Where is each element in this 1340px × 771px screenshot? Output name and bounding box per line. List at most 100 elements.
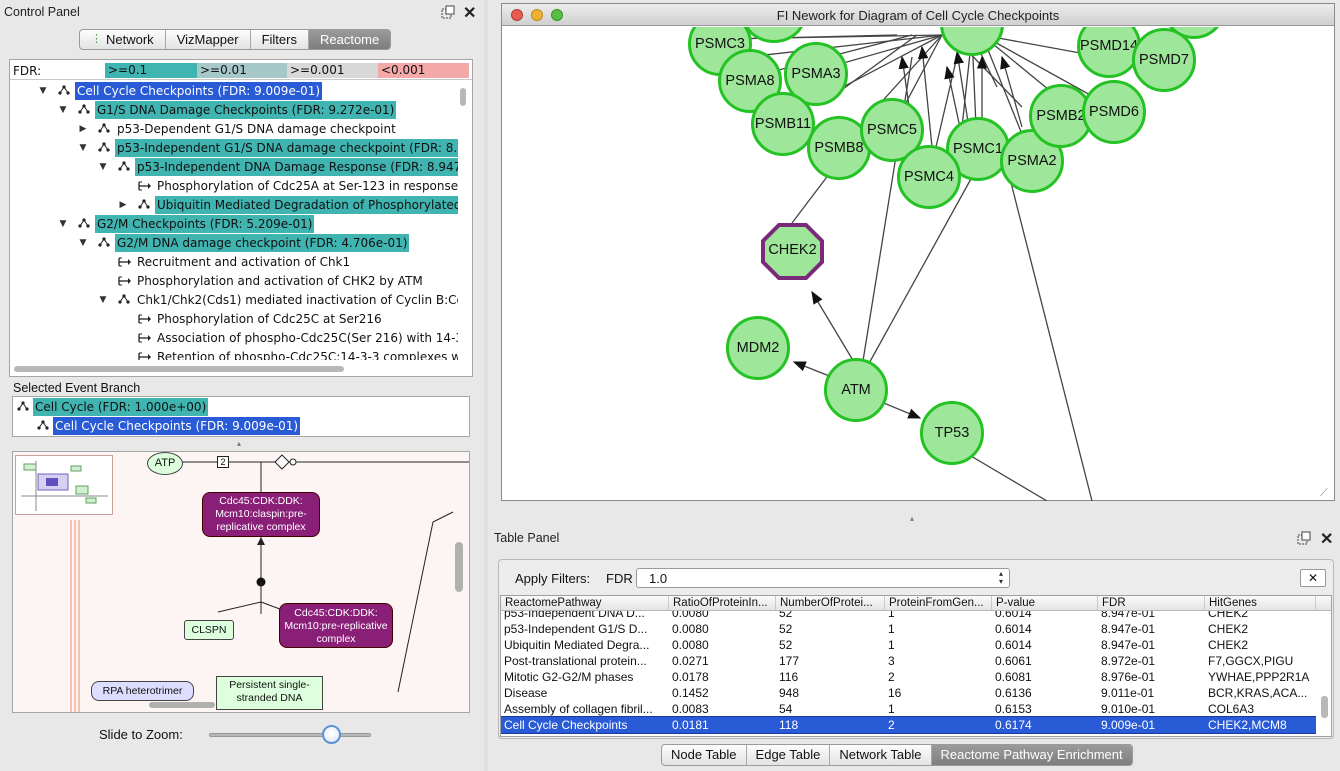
table-cell: 116 — [779, 670, 799, 684]
table-row[interactable]: p53-Independent DNA D... 0.0080 52 1 0.6014 8… — [501, 611, 1316, 621]
pathway-icon — [97, 141, 111, 155]
table-row[interactable]: Disease 0.1452 948 16 0.6136 9.011e-01 BCR,KRA… — [501, 685, 1316, 701]
table-row[interactable]: Ubiquitin Mediated Degra... 0.0080 52 1 0.60… — [501, 637, 1316, 653]
selected-branch-title: Selected Event Branch — [13, 381, 141, 395]
tab-reactome[interactable]: Reactome — [308, 30, 391, 49]
table-cell: YWHAE,PPP2R1A — [1208, 670, 1310, 684]
close-panel-icon[interactable]: ✕ — [463, 3, 476, 23]
table-cell: 8.947e-01 — [1101, 638, 1156, 652]
complex-node[interactable]: Cdc45:CDK:DDK: Mcm10:claspin:pre-replica… — [202, 492, 320, 537]
network-node[interactable]: ATM — [824, 358, 888, 422]
collapsed-triangle-icon[interactable]: ▶ — [118, 200, 128, 210]
tab-reactome-enrichment[interactable]: Reactome Pathway Enrichment — [931, 745, 1132, 765]
panel-divider[interactable] — [484, 0, 488, 771]
column-header[interactable]: NumberOfProtei... — [776, 596, 885, 610]
network-canvas[interactable]: PSMC3 PSMA8 PSMA3 PSMB11 PSMB8 PSMC5 PSM… — [502, 27, 1334, 501]
table-cell: 9.009e-01 — [1101, 718, 1156, 732]
complex-node[interactable]: RPA heterotrimer — [91, 681, 194, 701]
network-node[interactable]: TP53 — [920, 401, 984, 465]
column-header[interactable]: ReactomePathway — [501, 596, 669, 610]
selected-branch-list: Cell Cycle (FDR: 1.000e+00) Cell Cycle C… — [12, 396, 470, 437]
table-cell: 0.6081 — [995, 670, 1032, 684]
table-row[interactable]: Post-translational protein... 0.0271 177 3 0… — [501, 653, 1316, 669]
expanded-triangle-icon[interactable]: ▼ — [38, 86, 48, 96]
atp-node[interactable]: ATP — [147, 452, 183, 475]
tab-edge-table[interactable]: Edge Table — [747, 745, 831, 765]
expanded-triangle-icon[interactable]: ▼ — [98, 295, 108, 305]
reaction-icon — [117, 255, 131, 269]
expanded-triangle-icon[interactable]: ▼ — [98, 162, 108, 172]
diagram-overview-thumbnail[interactable] — [15, 455, 113, 515]
complex-node[interactable]: Cdc45:CDK:DDK: Mcm10:pre-replicative com… — [279, 603, 393, 648]
table-row[interactable]: p53-Independent G1/S D... 0.0080 52 1 0.6014… — [501, 621, 1316, 637]
table-cell: p53-Independent DNA D... — [504, 611, 645, 620]
tab-network[interactable]: ⋮ Network — [80, 30, 166, 49]
tree-node-label: Phosphorylation of Cdc25A at Ser-123 in … — [157, 179, 458, 193]
tree-node-label: Recruitment and activation of Chk1 — [137, 255, 351, 269]
splitter-handle[interactable]: ▴ — [237, 439, 241, 448]
expanded-triangle-icon[interactable]: ▼ — [78, 143, 88, 153]
expanded-triangle-icon[interactable]: ▼ — [78, 238, 88, 248]
table-panel-title: Table Panel — [494, 531, 560, 545]
protein-node[interactable]: CLSPN — [184, 620, 234, 640]
network-node[interactable]: MDM2 — [726, 316, 790, 380]
filter-field-label: FDR — [606, 571, 633, 586]
table-row[interactable]: Assembly of collagen fibril... 0.0083 54 1 0… — [501, 701, 1316, 717]
network-node[interactable]: PSMD6 — [1082, 80, 1146, 144]
tree-node-label: p53-Independent G1/S DNA damage checkpoi… — [115, 139, 458, 157]
collapsed-triangle-icon[interactable]: ▶ — [78, 124, 88, 134]
table-vertical-scrollbar[interactable] — [1321, 696, 1328, 718]
table-header: ReactomePathway RatioOfProteinIn... Number… — [501, 596, 1331, 611]
table-cell: 1 — [888, 638, 895, 652]
tree-horizontal-scrollbar[interactable] — [14, 366, 344, 372]
network-node[interactable]: PSMB11 — [751, 92, 815, 156]
tab-network-table[interactable]: Network Table — [830, 745, 932, 765]
select-arrows-icon: ▴ ▾ — [998, 569, 1003, 586]
table-cell: 52 — [779, 622, 793, 636]
float-panel-icon[interactable] — [1297, 531, 1311, 545]
column-header[interactable]: P-value — [992, 596, 1098, 610]
table-cell: 8.972e-01 — [1101, 654, 1156, 668]
column-header[interactable]: RatioOfProteinIn... — [669, 596, 776, 610]
table-row[interactable]: Mitotic G2-G2/M phases 0.0178 116 2 0.6081 8.… — [501, 669, 1316, 685]
tree-vertical-scrollbar[interactable] — [460, 88, 466, 106]
network-edges — [721, 34, 1113, 501]
close-panel-icon[interactable]: ✕ — [1320, 529, 1333, 549]
resize-grip-icon[interactable]: ⟋ — [1320, 487, 1328, 500]
float-panel-icon[interactable] — [441, 5, 455, 19]
fdr-legend-item: >=0.001 — [287, 63, 378, 78]
table-cell: 52 — [779, 638, 793, 652]
column-header[interactable]: FDR — [1098, 596, 1205, 610]
network-node[interactable]: PSMC4 — [897, 145, 961, 209]
pathway-icon — [36, 419, 50, 433]
expanded-triangle-icon[interactable]: ▼ — [58, 219, 68, 229]
table-row[interactable]: Cell Cycle Checkpoints 0.0181 118 2 0.6174 9.… — [501, 716, 1316, 734]
clear-filter-button[interactable]: ✕ — [1300, 569, 1326, 587]
expanded-triangle-icon[interactable]: ▼ — [58, 105, 68, 115]
tab-node-table[interactable]: Node Table — [662, 745, 747, 765]
table-cell: Ubiquitin Mediated Degra... — [504, 638, 650, 652]
column-header[interactable]: ProteinFromGen... — [885, 596, 992, 610]
table-cell: CHEK2 — [1208, 622, 1249, 636]
tree-node-label: Association of phospho-Cdc25C(Ser 216) w… — [157, 331, 458, 345]
tab-vizmapper[interactable]: VizMapper — [166, 30, 251, 49]
entity-node[interactable]: Persistent single-stranded DNA — [216, 676, 323, 710]
pathway-icon — [77, 103, 91, 117]
table-cell: BCR,KRAS,ACA... — [1208, 686, 1308, 700]
table-cell: Assembly of collagen fibril... — [504, 702, 653, 716]
table-cell: 0.6136 — [995, 686, 1032, 700]
splitter-handle[interactable]: ▴ — [910, 514, 914, 523]
tree-node-label: G2/M Checkpoints (FDR: 5.209e-01) — [95, 215, 315, 233]
table-cell: 1 — [888, 702, 895, 716]
table-cell: 3 — [888, 654, 895, 668]
network-node[interactable]: CHEK2 — [761, 223, 824, 280]
zoom-slider-knob[interactable] — [321, 725, 341, 744]
filter-value-select[interactable]: 1.0 ▴ ▾ — [636, 568, 1010, 588]
column-header[interactable]: HitGenes — [1205, 596, 1316, 610]
table-panel-tabs: Node Table Edge Table Network Table Reac… — [661, 744, 1133, 766]
zoom-slider[interactable] — [209, 725, 371, 744]
pathway-diagram-panel: ATP 2 Cdc45:CDK:DDK: Mcm10:claspin:pre-r… — [12, 451, 470, 713]
table-cell: 0.6153 — [995, 702, 1032, 716]
table-cell: 0.0080 — [672, 622, 709, 636]
tab-filters[interactable]: Filters — [251, 30, 309, 49]
